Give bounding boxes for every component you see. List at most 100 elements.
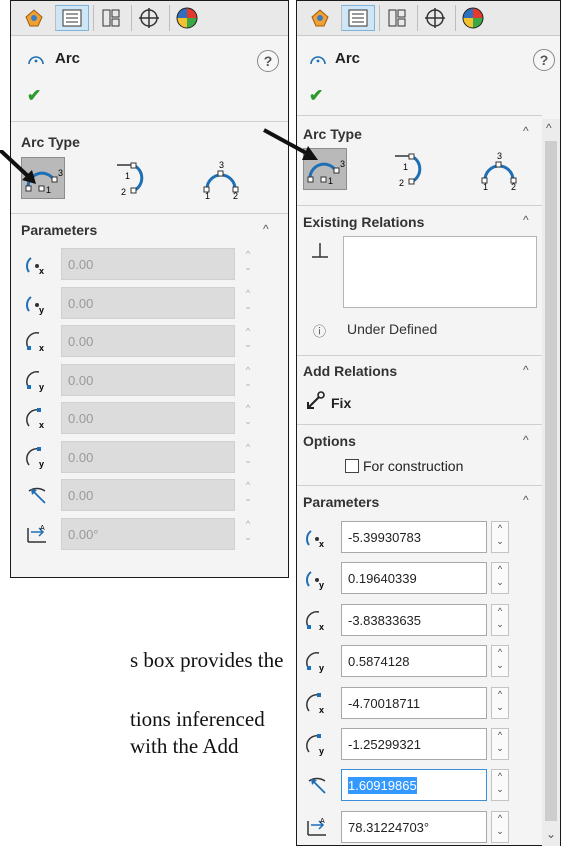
manager-tabbar xyxy=(11,1,288,36)
display-manager-icon xyxy=(462,7,483,29)
angle-field[interactable]: 0.00° xyxy=(61,518,235,550)
help-button[interactable]: ? xyxy=(257,50,279,72)
center-x-field[interactable]: -5.39930783 xyxy=(341,521,487,553)
svg-text:2: 2 xyxy=(399,178,404,188)
start-x-spinner[interactable]: ^ ⌄ xyxy=(239,325,257,357)
dimxpert-manager-tab[interactable] xyxy=(131,5,165,31)
display-manager-tab[interactable] xyxy=(455,5,489,31)
param-value: 0.00 xyxy=(68,372,94,388)
end-y-spinner[interactable]: ^ ⌄ xyxy=(491,728,509,760)
tangent-arc-button[interactable]: 12 xyxy=(389,148,433,190)
arc-icon xyxy=(310,56,326,65)
center-y-icon: y xyxy=(306,571,324,590)
center-y-spinner[interactable]: ^ ⌄ xyxy=(239,287,257,319)
help-button[interactable]: ? xyxy=(533,49,555,71)
radius-spinner[interactable]: ^ ⌄ xyxy=(239,479,257,511)
center-x-spinner[interactable]: ^ ⌄ xyxy=(491,521,509,553)
arc-icon xyxy=(28,56,44,65)
param-value: 0.00° xyxy=(68,526,99,542)
collapse-options-button[interactable]: ^ xyxy=(523,433,529,447)
center-x-field[interactable]: 0.00 xyxy=(61,248,235,280)
property-manager-icon xyxy=(348,9,368,27)
angle-spinner[interactable]: ^ ⌄ xyxy=(491,811,509,843)
param-value: 0.00 xyxy=(68,295,94,311)
end-y-field[interactable]: -1.25299321 xyxy=(341,728,487,760)
end-x-spinner[interactable]: ^ ⌄ xyxy=(491,687,509,719)
end-x-spinner[interactable]: ^ ⌄ xyxy=(239,402,257,434)
radius-spinner[interactable]: ^ ⌄ xyxy=(491,769,509,801)
radius-field[interactable]: 1.60919865 xyxy=(341,769,487,801)
param-value: 78.31224703° xyxy=(348,819,430,835)
configuration-manager-icon xyxy=(388,9,405,27)
property-manager-icon xyxy=(62,9,82,27)
svg-text:A: A xyxy=(40,525,45,532)
3-point-arc-button[interactable]: 3 1 2 xyxy=(199,157,243,201)
configuration-manager-tab[interactable] xyxy=(379,5,413,31)
left-property-manager: Arc ? ✔ Arc Type 13 12 312 Parameters ^ … xyxy=(10,0,289,578)
svg-text:1: 1 xyxy=(205,191,210,199)
param-row-angle: A 0.00° ^ ⌄ xyxy=(11,518,252,550)
tangent-arc-button[interactable]: 12 xyxy=(111,157,155,199)
radius-field[interactable]: 0.00 xyxy=(61,479,235,511)
angle-field[interactable]: 78.31224703° xyxy=(341,811,487,843)
scroll-up-arrow[interactable]: ^ xyxy=(546,121,552,135)
svg-text:3: 3 xyxy=(340,159,345,169)
property-manager-tab[interactable] xyxy=(341,5,375,31)
start-x-field[interactable]: 0.00 xyxy=(61,325,235,357)
center-y-field[interactable]: 0.00 xyxy=(61,287,235,319)
ok-check-button[interactable]: ✔ xyxy=(309,86,323,106)
end-x-field[interactable]: 0.00 xyxy=(61,402,235,434)
center-y-field[interactable]: 0.19640339 xyxy=(341,562,487,594)
scroll-thumb[interactable] xyxy=(545,141,557,821)
collapse-add-relations-button[interactable]: ^ xyxy=(523,363,529,377)
start-x-spinner[interactable]: ^ ⌄ xyxy=(491,604,509,636)
end-x-field[interactable]: -4.70018711 xyxy=(341,687,487,719)
vertical-scrollbar[interactable]: ^ ⌄ xyxy=(542,119,560,846)
end-y-field[interactable]: 0.00 xyxy=(61,441,235,473)
configuration-manager-tab[interactable] xyxy=(93,5,127,31)
scroll-down-arrow[interactable]: ⌄ xyxy=(546,827,556,841)
center-y-spinner[interactable]: ^ ⌄ xyxy=(491,562,509,594)
existing-relations-list[interactable] xyxy=(343,236,537,308)
svg-text:x: x xyxy=(39,343,44,353)
collapse-parameters-button[interactable]: ^ xyxy=(523,493,529,507)
3-point-arc-button[interactable]: 3 1 2 xyxy=(477,148,521,192)
svg-text:x: x xyxy=(319,539,324,549)
svg-text:3: 3 xyxy=(219,160,224,170)
ok-check-button[interactable]: ✔ xyxy=(27,86,41,106)
start-x-icon: x xyxy=(26,332,44,353)
svg-text:2: 2 xyxy=(233,191,238,199)
start-x-field[interactable]: -3.83833635 xyxy=(341,604,487,636)
end-y-icon: y xyxy=(26,447,44,469)
add-relations-heading: Add Relations xyxy=(303,363,398,379)
fix-relation-label[interactable]: Fix xyxy=(331,395,351,411)
property-manager-tab[interactable] xyxy=(55,5,89,31)
crosshair-icon xyxy=(138,8,159,28)
start-y-spinner[interactable]: ^ ⌄ xyxy=(239,364,257,396)
dimxpert-manager-tab[interactable] xyxy=(417,5,451,31)
param-row-angle: A 78.31224703° ^ ⌄ xyxy=(297,811,537,843)
svg-text:x: x xyxy=(319,705,324,715)
collapse-arc-type-button[interactable]: ^ xyxy=(523,124,529,138)
start-y-spinner[interactable]: ^ ⌄ xyxy=(491,645,509,677)
start-y-field[interactable]: 0.00 xyxy=(61,364,235,396)
param-row-radius: 1.60919865 ^ ⌄ xyxy=(297,769,537,801)
param-row-center-y: y 0.00 ^ ⌄ xyxy=(11,287,252,319)
feature-manager-tab[interactable] xyxy=(17,5,51,31)
angle-spinner[interactable]: ^ ⌄ xyxy=(239,518,257,550)
feature-manager-tab[interactable] xyxy=(303,5,337,31)
perpendicular-relation-icon xyxy=(312,243,328,258)
param-value: -3.83833635 xyxy=(348,612,422,628)
caption-line-2: tions inferenced xyxy=(130,707,265,731)
collapse-parameters-button[interactable]: ^ xyxy=(263,222,269,236)
end-y-spinner[interactable]: ^ ⌄ xyxy=(239,441,257,473)
start-y-field[interactable]: 0.5874128 xyxy=(341,645,487,677)
right-property-manager: Arc ? ✔ Arc Type ^ 13 12 312 Existing Re… xyxy=(296,0,561,846)
center-x-spinner[interactable]: ^ ⌄ xyxy=(239,248,257,280)
for-construction-checkbox[interactable] xyxy=(345,459,359,473)
fix-anchor-icon[interactable] xyxy=(305,389,327,411)
display-manager-tab[interactable] xyxy=(169,5,203,31)
tangent-arc-icon: 12 xyxy=(117,162,144,197)
collapse-existing-relations-button[interactable]: ^ xyxy=(523,213,529,227)
caption-line-3: with the Add xyxy=(130,734,239,758)
